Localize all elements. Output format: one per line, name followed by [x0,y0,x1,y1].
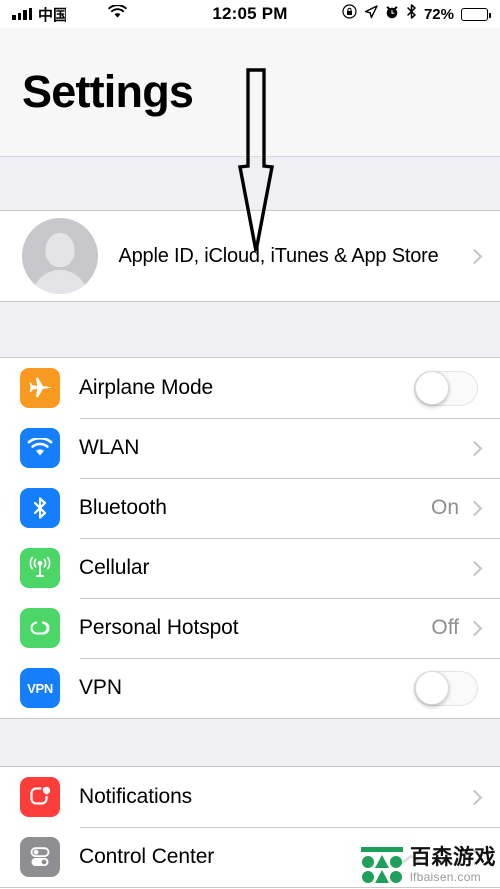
watermark-logo-icon [360,845,404,885]
settings-row-value: Off [431,616,459,639]
settings-row-airplane-mode[interactable]: Airplane Mode [0,358,500,418]
settings-row-label: Notifications [79,785,193,808]
chevron-right-icon [466,620,483,636]
settings-row-cellular[interactable]: Cellular [0,538,500,598]
settings-row-vpn[interactable]: VPN VPN [0,658,500,718]
vpn-icon: VPN [20,668,60,708]
airplane-icon [20,368,60,408]
battery-percent-label: 72% [423,5,454,23]
alarm-clock-icon [385,4,399,24]
settings-row-wlan[interactable]: WLAN [0,418,500,478]
settings-row-value: On [430,496,459,519]
chevron-right-icon [466,789,483,805]
signal-bars-icon [12,8,32,20]
apple-id-row[interactable]: Apple ID, iCloud, iTunes & App Store [0,211,500,301]
settings-row-label: Bluetooth [79,496,167,519]
watermark-brand: 百森游戏 [410,846,496,869]
bluetooth-icon [20,488,60,528]
carrier-name: 中国 [38,6,69,24]
status-bar: 中国 12:05 PM 72% [0,0,500,28]
vpn-toggle[interactable] [414,670,478,706]
bluetooth-icon [406,4,417,24]
iphone-settings-screen: 中国 12:05 PM 72% Settings Apple ID, iClou… [0,0,500,889]
settings-row-notifications[interactable]: Notifications [0,767,500,827]
control-center-icon [20,837,60,877]
watermark-url: lfbaisen.com [410,870,481,884]
avatar-placeholder-icon [22,218,98,294]
chevron-right-icon [466,248,483,264]
section-gap-top [0,157,500,210]
notifications-icon [20,777,60,817]
airplane-mode-toggle[interactable] [414,370,478,406]
cellular-antenna-icon [20,548,60,588]
rotation-lock-icon [342,4,357,24]
status-bar-center: 12:05 PM [212,4,287,24]
settings-row-label: Airplane Mode [79,376,214,399]
connectivity-section: Airplane Mode WLAN Bluetooth On Cellular… [0,357,500,719]
wifi-icon [20,428,60,468]
watermark-text: 百森游戏 lfbaisen.com [410,847,496,883]
chevron-right-icon [466,500,483,516]
chevron-right-icon [466,560,483,576]
settings-row-label: WLAN [79,436,140,459]
vpn-icon-text: VPN [27,680,53,696]
watermark: 百森游戏 lfbaisen.com [360,845,496,885]
battery-icon [461,7,491,21]
section-gap-connectivity [0,302,500,357]
carrier-redaction [66,8,101,24]
apple-id-label: Apple ID, iCloud, iTunes & App Store [118,244,439,267]
page-title-bar: Settings [0,28,500,157]
settings-row-label: Cellular [79,556,150,579]
carrier-label: 中国 [38,4,102,25]
settings-row-personal-hotspot[interactable]: Personal Hotspot Off [0,598,500,658]
chevron-right-icon [466,440,483,456]
account-section: Apple ID, iCloud, iTunes & App Store [0,210,500,302]
status-bar-left: 中国 [12,4,212,25]
settings-row-label: Personal Hotspot [79,616,239,639]
section-gap-system [0,719,500,766]
hotspot-link-icon [20,608,60,648]
clock-time: 12:05 PM [212,4,288,23]
settings-row-bluetooth[interactable]: Bluetooth On [0,478,500,538]
page-title: Settings [22,66,194,117]
location-arrow-icon [364,4,378,24]
status-bar-right: 72% [288,4,491,24]
settings-row-label: VPN [79,676,122,699]
wifi-icon [108,4,127,24]
